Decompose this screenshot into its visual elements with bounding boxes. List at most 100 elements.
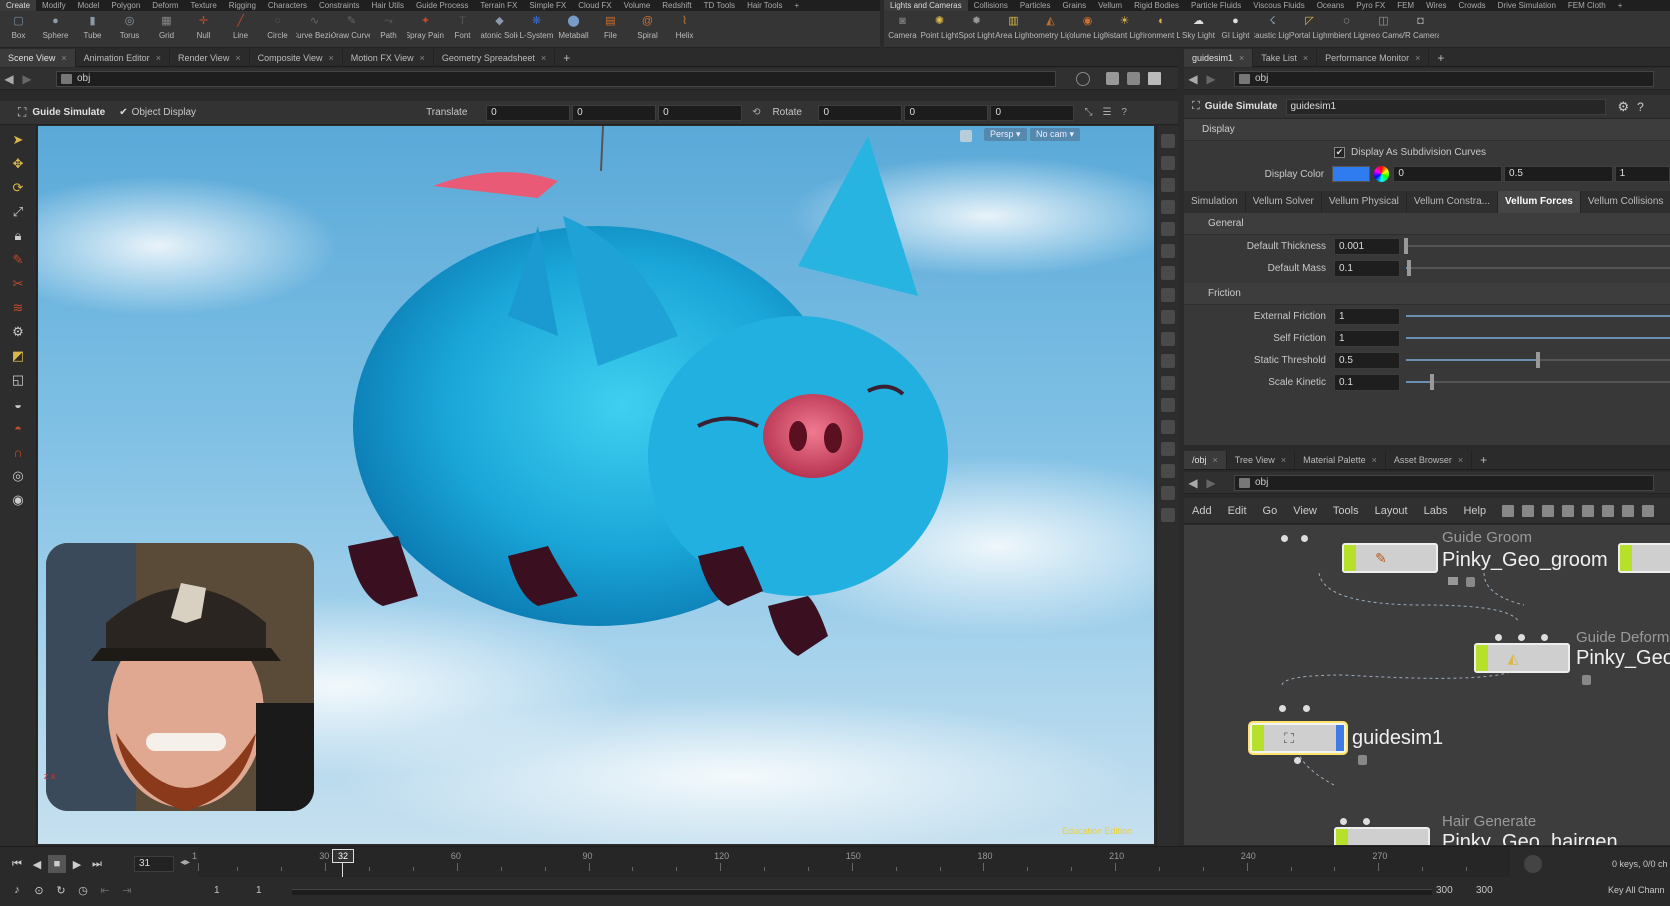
view-tool-icon[interactable]: ◱ (7, 370, 29, 390)
pane-tab[interactable]: Scene View × (0, 48, 76, 67)
net-back-arrow-icon[interactable]: ◀ (1184, 476, 1202, 490)
pane-tab[interactable]: Animation Editor × (76, 48, 170, 67)
close-icon[interactable]: × (1415, 53, 1420, 63)
layout-icon[interactable] (1106, 72, 1119, 85)
shelf-tab[interactable]: Particles (1014, 0, 1057, 11)
close-icon[interactable]: × (1458, 455, 1463, 465)
node-input-dot[interactable] (1303, 705, 1310, 712)
network-menu-item[interactable]: Go (1255, 505, 1286, 517)
shelf-tool-button[interactable]: ▤ File (592, 11, 629, 48)
handle-tool-icon[interactable]: ⚙ (7, 322, 29, 342)
rotate-tool-icon[interactable]: ⟳ (7, 178, 29, 198)
shelf-tab[interactable]: Modify (36, 0, 72, 11)
shelf-tool-button[interactable]: ◐ Environment Light (1143, 11, 1180, 48)
pane-tab[interactable]: Performance Monitor × (1317, 48, 1430, 67)
shelf-tool-button[interactable]: ◸ Portal Light (1291, 11, 1328, 48)
shelf-tool-button[interactable]: ▢ Box (0, 11, 37, 48)
current-frame-field[interactable]: 31 (134, 856, 174, 872)
info-icon[interactable] (1160, 464, 1175, 478)
node-pinky-geo[interactable]: ◭ (1474, 643, 1570, 673)
net-forward-arrow-icon[interactable]: ▶ (1202, 476, 1220, 490)
left-path-field[interactable]: obj (56, 70, 1056, 87)
close-icon[interactable]: × (1281, 455, 1286, 465)
close-icon[interactable]: × (156, 53, 161, 63)
right-path-field[interactable]: obj (1234, 70, 1654, 87)
close-icon[interactable]: × (1303, 53, 1308, 63)
slider-handle[interactable] (1430, 374, 1435, 390)
groom-tool-icon[interactable]: ✂ (7, 274, 29, 294)
layout-grid-icon[interactable] (1160, 486, 1175, 500)
shelf-tool-button[interactable]: ▦ Grid (148, 11, 185, 48)
shelf-tool-button[interactable]: ◭ Geometry Light (1032, 11, 1069, 48)
forward-arrow-icon[interactable]: ▶ (18, 72, 36, 86)
shelf-tool-button[interactable]: ✺ Point Light (921, 11, 958, 48)
paint-tool-icon[interactable]: ◒ (7, 394, 29, 414)
shelf-tab[interactable]: Volume (618, 0, 657, 11)
close-icon[interactable]: × (61, 53, 66, 63)
range-end[interactable]: 300 (1436, 885, 1453, 896)
friction-section[interactable]: Friction (1184, 283, 1670, 305)
node-output-dot[interactable] (1294, 757, 1301, 764)
node-name-label[interactable]: guidesim1 (1352, 727, 1443, 750)
shelf-tab[interactable]: Grains (1057, 0, 1093, 11)
shelf-tab[interactable]: Hair Utils (366, 0, 410, 11)
close-icon[interactable]: × (541, 53, 546, 63)
param-slider[interactable] (1406, 352, 1670, 368)
measure-tool-icon[interactable]: ◎ (7, 466, 29, 486)
shelf-tool-button[interactable]: T Font (444, 11, 481, 48)
sculpt-tool-icon[interactable]: ◓ (7, 418, 29, 438)
rotate-handle-icon[interactable]: ⟲ (752, 107, 760, 118)
shelf-tool-button[interactable]: ○ Circle (259, 11, 296, 48)
camera-view-icon[interactable] (1160, 442, 1175, 456)
color-wheel-icon[interactable] (1373, 166, 1390, 182)
param-subtab[interactable]: Vellum Constra... (1407, 191, 1499, 213)
range-end-2[interactable]: 300 (1476, 885, 1493, 896)
pose-tool-icon[interactable]: ◩ (7, 346, 29, 366)
object-display-check-icon[interactable]: ✔ (119, 107, 127, 118)
sticky-note-icon[interactable] (1602, 504, 1615, 517)
shelf-tool-button[interactable]: ● Sphere (37, 11, 74, 48)
param-value-field[interactable]: 1 (1334, 307, 1400, 325)
shelf-tab[interactable]: FEM Cloth (1562, 0, 1612, 11)
pane-tab[interactable]: Composite View × (250, 48, 343, 67)
snap-icon[interactable]: ⤡ (1084, 107, 1092, 118)
node-offscreen-right[interactable] (1618, 543, 1670, 573)
link-icon[interactable] (1127, 72, 1140, 85)
back-arrow-icon[interactable]: ◀ (0, 72, 18, 86)
shelf-tab[interactable]: FEM (1391, 0, 1420, 11)
loop-icon[interactable]: ↻ (52, 881, 70, 899)
shelf-tab[interactable]: Redshift (656, 0, 697, 11)
select-tool-icon[interactable]: ➤ (7, 130, 29, 150)
node-input-dot[interactable] (1301, 535, 1308, 542)
table-icon[interactable] (1582, 504, 1595, 517)
shelf-tool-button[interactable]: ▮ Tube (74, 11, 111, 48)
shelf-tool-button[interactable]: ◎ Torus (111, 11, 148, 48)
node-input-dot[interactable] (1340, 818, 1347, 825)
pane-tab[interactable]: Tree View × (1227, 450, 1296, 469)
shelf-tab[interactable]: Guide Process (410, 0, 474, 11)
step-back-icon[interactable]: ◀ (28, 855, 46, 873)
gear-icon[interactable]: ⚙ (1618, 99, 1630, 115)
node-input-dot[interactable] (1279, 705, 1286, 712)
param-slider[interactable] (1406, 260, 1670, 276)
shelf-tool-button[interactable]: ⌇ Helix (666, 11, 703, 48)
network-menu-item[interactable]: Labs (1416, 505, 1456, 517)
key-all-button[interactable]: Key All Chann (1608, 885, 1665, 895)
node-name-label[interactable]: Pinky_Geo_hairgen (1442, 831, 1618, 845)
jump-start-icon[interactable]: ⏮ (8, 855, 26, 873)
network-menu-item[interactable]: View (1285, 505, 1325, 517)
param-value-field[interactable]: 0.1 (1334, 259, 1400, 277)
help-book-icon[interactable]: ? (1637, 100, 1644, 114)
network-editor[interactable]: ✎ Guide Groom Pinky_Geo_groom ◭ Guide De… (1184, 525, 1670, 845)
keyframe-prev-icon[interactable]: ⇤ (96, 881, 114, 899)
display-color-r[interactable]: 0 (1393, 166, 1503, 182)
object-display-label[interactable]: Object Display (132, 107, 196, 118)
network-path-field[interactable]: obj (1234, 474, 1654, 491)
pane-tab[interactable]: Render View × (170, 48, 250, 67)
shelf-tool-button[interactable]: ❋ L-System (518, 11, 555, 48)
shelf-tab[interactable]: Polygon (105, 0, 146, 11)
shelf-tool-button[interactable]: ☀ Distant Light (1106, 11, 1143, 48)
subdiv-checkbox[interactable]: ✔ (1334, 146, 1345, 158)
slider-handle[interactable] (1404, 238, 1408, 254)
close-icon[interactable]: × (235, 53, 240, 63)
